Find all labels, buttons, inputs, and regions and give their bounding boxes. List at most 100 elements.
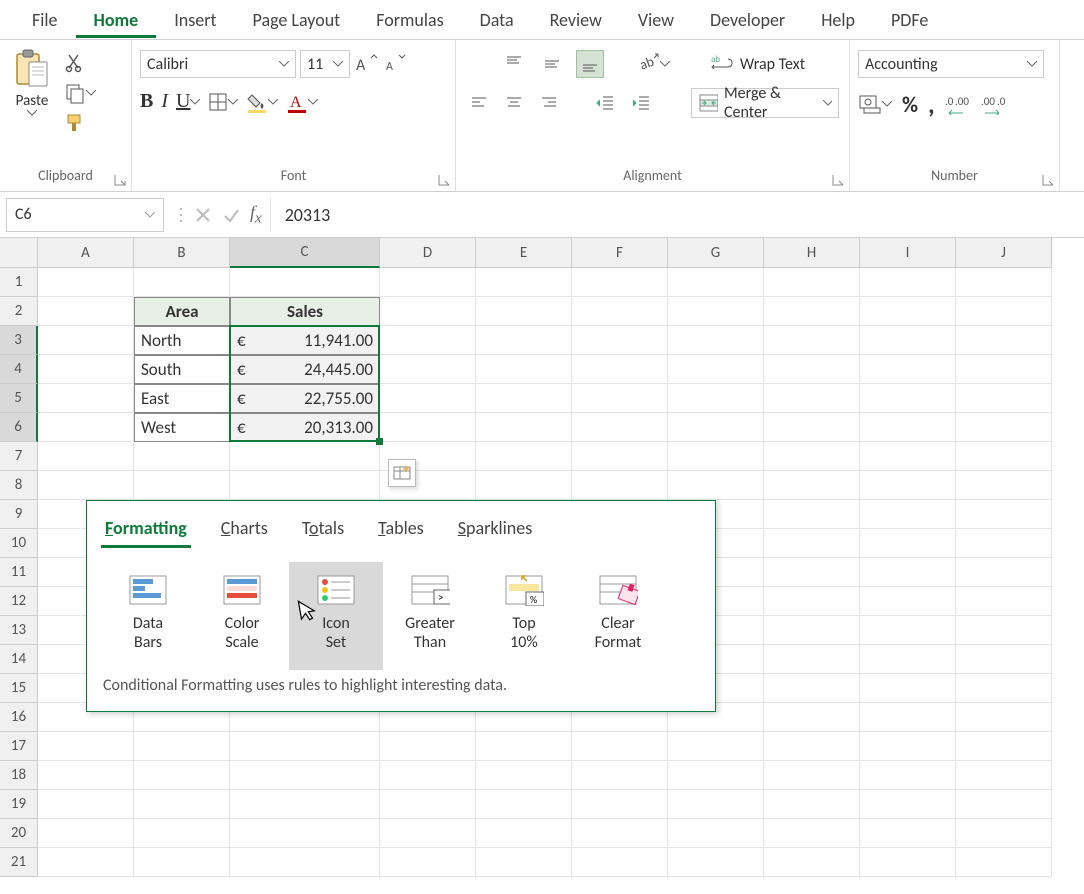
cell[interactable] <box>860 703 956 732</box>
table-cell-sales[interactable]: €20,313.00 <box>230 413 380 442</box>
qa-option-greater-than[interactable]: >GreaterThan <box>383 562 477 670</box>
cell[interactable] <box>38 326 134 355</box>
paste-button[interactable]: Paste <box>6 48 58 116</box>
table-cell-sales[interactable]: €22,755.00 <box>230 384 380 413</box>
table-header-sales[interactable]: Sales <box>230 297 380 326</box>
cell[interactable] <box>38 384 134 413</box>
cell[interactable] <box>956 297 1052 326</box>
tab-file[interactable]: File <box>14 1 76 38</box>
col-header-B[interactable]: B <box>134 238 230 268</box>
align-right-button[interactable] <box>537 89 562 117</box>
cell[interactable] <box>668 442 764 471</box>
tab-formulas[interactable]: Formulas <box>358 1 461 38</box>
font-color-button[interactable]: A <box>286 91 318 113</box>
table-cell-area[interactable]: West <box>134 413 230 442</box>
font-size-combo[interactable]: 11 <box>300 50 350 78</box>
cell[interactable] <box>380 355 476 384</box>
row-header-10[interactable]: 10 <box>0 529 38 558</box>
cell[interactable] <box>956 674 1052 703</box>
align-middle-button[interactable] <box>538 50 566 78</box>
tab-insert[interactable]: Insert <box>156 1 234 38</box>
cell[interactable] <box>38 355 134 384</box>
cell[interactable] <box>956 732 1052 761</box>
qa-tab-formatting[interactable]: Formatting <box>101 511 191 548</box>
number-format-combo[interactable]: Accounting <box>858 50 1044 78</box>
cell[interactable] <box>572 268 668 297</box>
dialog-launcher-icon[interactable] <box>437 173 451 187</box>
select-all-corner[interactable] <box>0 238 38 268</box>
cell[interactable] <box>956 848 1052 877</box>
cell[interactable] <box>572 413 668 442</box>
col-header-F[interactable]: F <box>572 238 668 268</box>
cell[interactable] <box>860 500 956 529</box>
row-header-9[interactable]: 9 <box>0 500 38 529</box>
cell[interactable] <box>860 355 956 384</box>
cell[interactable] <box>764 848 860 877</box>
cell[interactable] <box>134 442 230 471</box>
cell[interactable] <box>956 442 1052 471</box>
qa-option-data-bars[interactable]: DataBars <box>101 562 195 670</box>
cut-icon[interactable] <box>64 52 86 74</box>
italic-button[interactable]: I <box>161 90 168 113</box>
cell[interactable] <box>764 703 860 732</box>
cell[interactable] <box>764 326 860 355</box>
cell[interactable] <box>572 819 668 848</box>
align-bottom-button[interactable] <box>576 50 604 78</box>
spreadsheet-grid[interactable]: ABCDEFGHIJ 12345678910111213141516171819… <box>0 238 1084 894</box>
orientation-button[interactable]: ab <box>636 52 670 76</box>
cell[interactable] <box>764 268 860 297</box>
bold-button[interactable]: B <box>140 90 153 113</box>
cell[interactable] <box>134 819 230 848</box>
qa-tab-tables[interactable]: Tables <box>374 511 428 548</box>
row-header-5[interactable]: 5 <box>0 384 38 413</box>
cell[interactable] <box>230 442 380 471</box>
cell[interactable] <box>572 384 668 413</box>
cell[interactable] <box>860 819 956 848</box>
cell[interactable] <box>764 558 860 587</box>
border-button[interactable] <box>208 92 238 112</box>
cell[interactable] <box>38 790 134 819</box>
cell[interactable] <box>380 326 476 355</box>
cell[interactable] <box>668 790 764 819</box>
fill-color-button[interactable] <box>246 91 278 113</box>
row-header-17[interactable]: 17 <box>0 732 38 761</box>
qa-option-top-10%[interactable]: %Top10% <box>477 562 571 670</box>
cell[interactable] <box>476 761 572 790</box>
cell[interactable] <box>476 384 572 413</box>
cell[interactable] <box>572 761 668 790</box>
increase-font-icon[interactable]: A <box>354 52 378 76</box>
row-header-1[interactable]: 1 <box>0 268 38 297</box>
row-header-15[interactable]: 15 <box>0 674 38 703</box>
row-header-18[interactable]: 18 <box>0 761 38 790</box>
cell[interactable] <box>230 819 380 848</box>
tab-view[interactable]: View <box>620 1 692 38</box>
cell[interactable] <box>668 761 764 790</box>
tab-page-layout[interactable]: Page Layout <box>235 1 359 38</box>
cell[interactable] <box>230 848 380 877</box>
cell[interactable] <box>860 384 956 413</box>
cell[interactable] <box>134 732 230 761</box>
cell[interactable] <box>230 790 380 819</box>
cell[interactable] <box>956 790 1052 819</box>
table-cell-area[interactable]: North <box>134 326 230 355</box>
cell[interactable] <box>380 384 476 413</box>
cell[interactable] <box>134 761 230 790</box>
cell[interactable] <box>668 326 764 355</box>
cell[interactable] <box>572 790 668 819</box>
row-header-4[interactable]: 4 <box>0 355 38 384</box>
comma-button[interactable]: , <box>928 88 935 120</box>
tab-pdf[interactable]: PDFe <box>873 1 946 38</box>
row-header-21[interactable]: 21 <box>0 848 38 877</box>
cell[interactable] <box>230 268 380 297</box>
cell[interactable] <box>668 384 764 413</box>
cell[interactable] <box>476 355 572 384</box>
formula-input[interactable]: 20313 <box>271 204 1084 226</box>
cell[interactable] <box>380 790 476 819</box>
name-box[interactable]: C6 <box>6 198 164 232</box>
fill-handle[interactable] <box>376 438 383 445</box>
cell[interactable] <box>764 471 860 500</box>
cell[interactable] <box>38 413 134 442</box>
col-header-E[interactable]: E <box>476 238 572 268</box>
cell[interactable] <box>860 297 956 326</box>
cell[interactable] <box>572 732 668 761</box>
